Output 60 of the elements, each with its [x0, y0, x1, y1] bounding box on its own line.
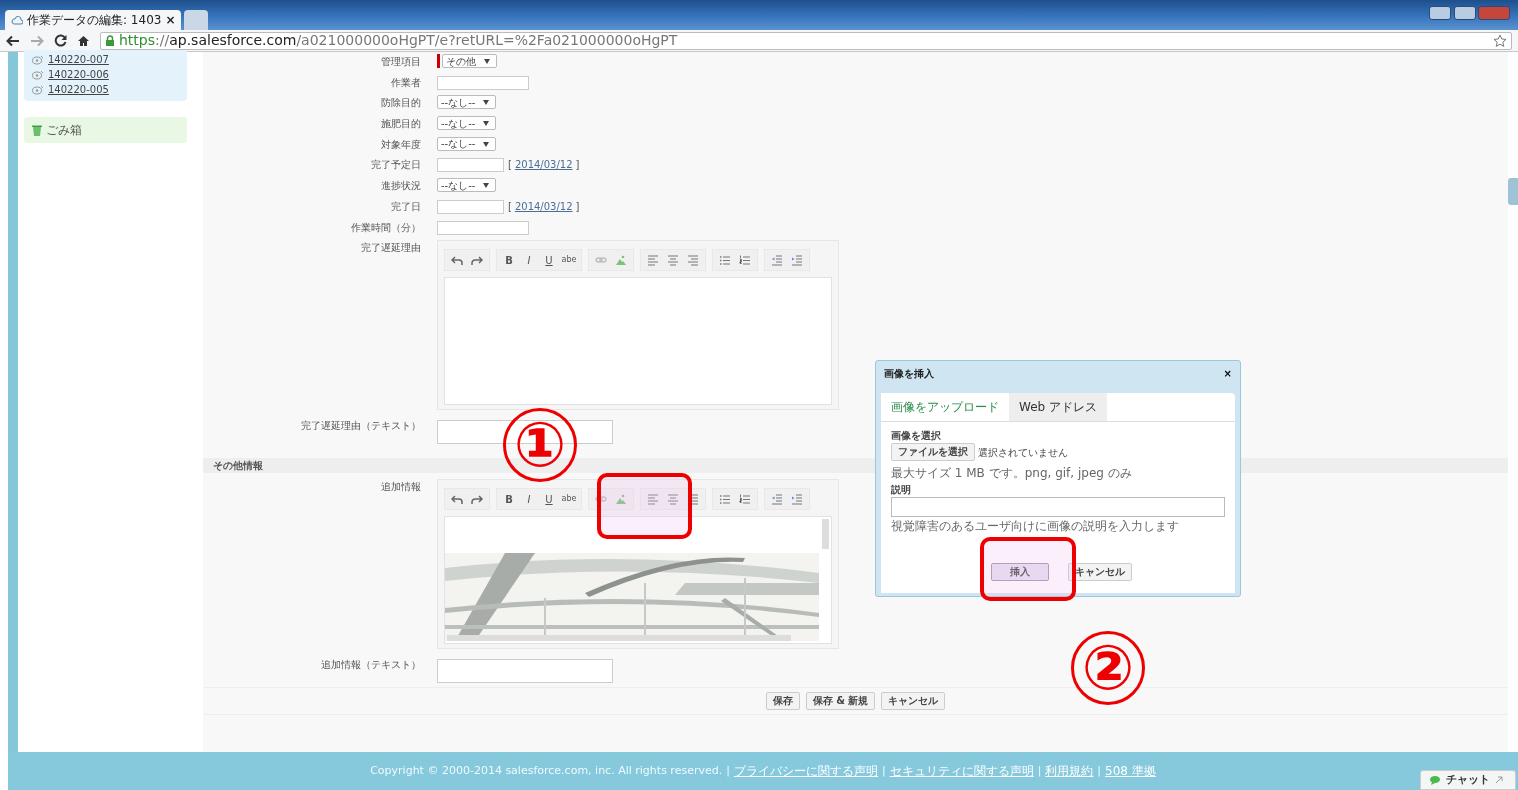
annotation-number: ② — [1071, 631, 1145, 705]
separator-text: | — [726, 762, 730, 779]
choose-file-button[interactable]: ファイルを選択 — [891, 443, 975, 461]
field-label: 完了遅延理由 — [360, 241, 422, 256]
file-status-text: 選択されていません — [977, 445, 1068, 460]
form-button[interactable]: 保存 & 新規 — [805, 692, 876, 711]
dialog-tab[interactable]: Web アドレス — [1009, 393, 1107, 421]
field-label: 防除目的 — [380, 96, 422, 111]
field-label: 作業者 — [390, 75, 422, 90]
field-label: 画像を選択 — [891, 429, 942, 443]
bold-button[interactable]: B — [500, 252, 518, 269]
field-label: 完了日 — [390, 199, 422, 214]
date-link[interactable]: 2014/03/12 — [514, 200, 573, 212]
strikethrough-button[interactable]: abe — [560, 252, 578, 269]
separator-text: | — [1097, 762, 1102, 779]
field-label: 説明 — [891, 482, 912, 497]
field-label: 追加情報（テキスト） — [320, 658, 422, 673]
field-label: 進捗状況 — [380, 179, 422, 194]
dialog-title: 画像を挿入 — [884, 366, 934, 381]
dropdown[interactable]: --なし-- — [437, 136, 497, 151]
underline-button[interactable]: U — [540, 252, 558, 269]
field-label: 追加情報 — [380, 480, 422, 495]
bracket-text: [ — [508, 200, 512, 212]
field-label: 対象年度 — [380, 137, 422, 152]
strikethrough-button[interactable]: abe — [560, 491, 578, 508]
recent-item-link[interactable]: 140220-005 — [48, 82, 109, 97]
chat-button[interactable]: チャット — [1420, 770, 1516, 790]
dropdown[interactable]: その他 — [442, 54, 497, 68]
field-label: 管理項目 — [380, 55, 422, 69]
browser-tab[interactable]: 作業データの編集: 1403 × — [5, 10, 182, 30]
dialog-button[interactable]: 挿入 — [991, 562, 1049, 581]
close-button[interactable]: × — [1223, 365, 1232, 381]
underline-button[interactable]: U — [540, 491, 558, 508]
trash-link[interactable]: ごみ箱 — [24, 117, 187, 143]
bold-button[interactable]: B — [500, 491, 518, 508]
italic-button[interactable]: I — [520, 491, 538, 508]
bracket-text: ] — [575, 200, 580, 212]
bracket-text: ] — [575, 159, 580, 171]
dropdown[interactable]: --なし-- — [437, 178, 497, 193]
dropdown[interactable]: --なし-- — [437, 116, 497, 131]
hint-text: 視覚障害のあるユーザ向けに画像の説明を入力します — [891, 517, 1180, 535]
separator-text: | — [881, 762, 886, 779]
field-label: 完了遅延理由（テキスト） — [300, 419, 422, 434]
dropdown[interactable]: --なし-- — [437, 95, 497, 110]
copyright-text: Copyright © 2000-2014 salesforce.com, inc. All rights reserved. — [370, 762, 723, 779]
dialog-button[interactable]: キャンセル — [1068, 562, 1132, 581]
separator-text: | — [1037, 762, 1042, 779]
italic-button[interactable]: I — [520, 252, 538, 269]
date-link[interactable]: 2014/03/12 — [514, 159, 573, 171]
field-label: 施肥目的 — [380, 117, 422, 132]
url-text: https://ap.salesforce.com/a021000000oHgPT/e?retURL=%2Fa021000000oHgPT — [119, 31, 678, 50]
bracket-text: [ — [508, 159, 512, 171]
form-button[interactable]: 保存 — [765, 692, 800, 711]
form-button[interactable]: キャンセル — [881, 692, 946, 711]
recent-item-link[interactable]: 140220-007 — [48, 52, 109, 67]
annotation-number: ① — [503, 408, 577, 482]
address-bar[interactable]: https://ap.salesforce.com/a021000000oHgPT/e?retURL=%2Fa021000000oHgPT — [100, 31, 1512, 50]
field-label: 完了予定日 — [370, 158, 422, 173]
recent-item-link[interactable]: 140220-006 — [48, 67, 109, 82]
field-label: 作業時間（分） — [350, 220, 422, 235]
